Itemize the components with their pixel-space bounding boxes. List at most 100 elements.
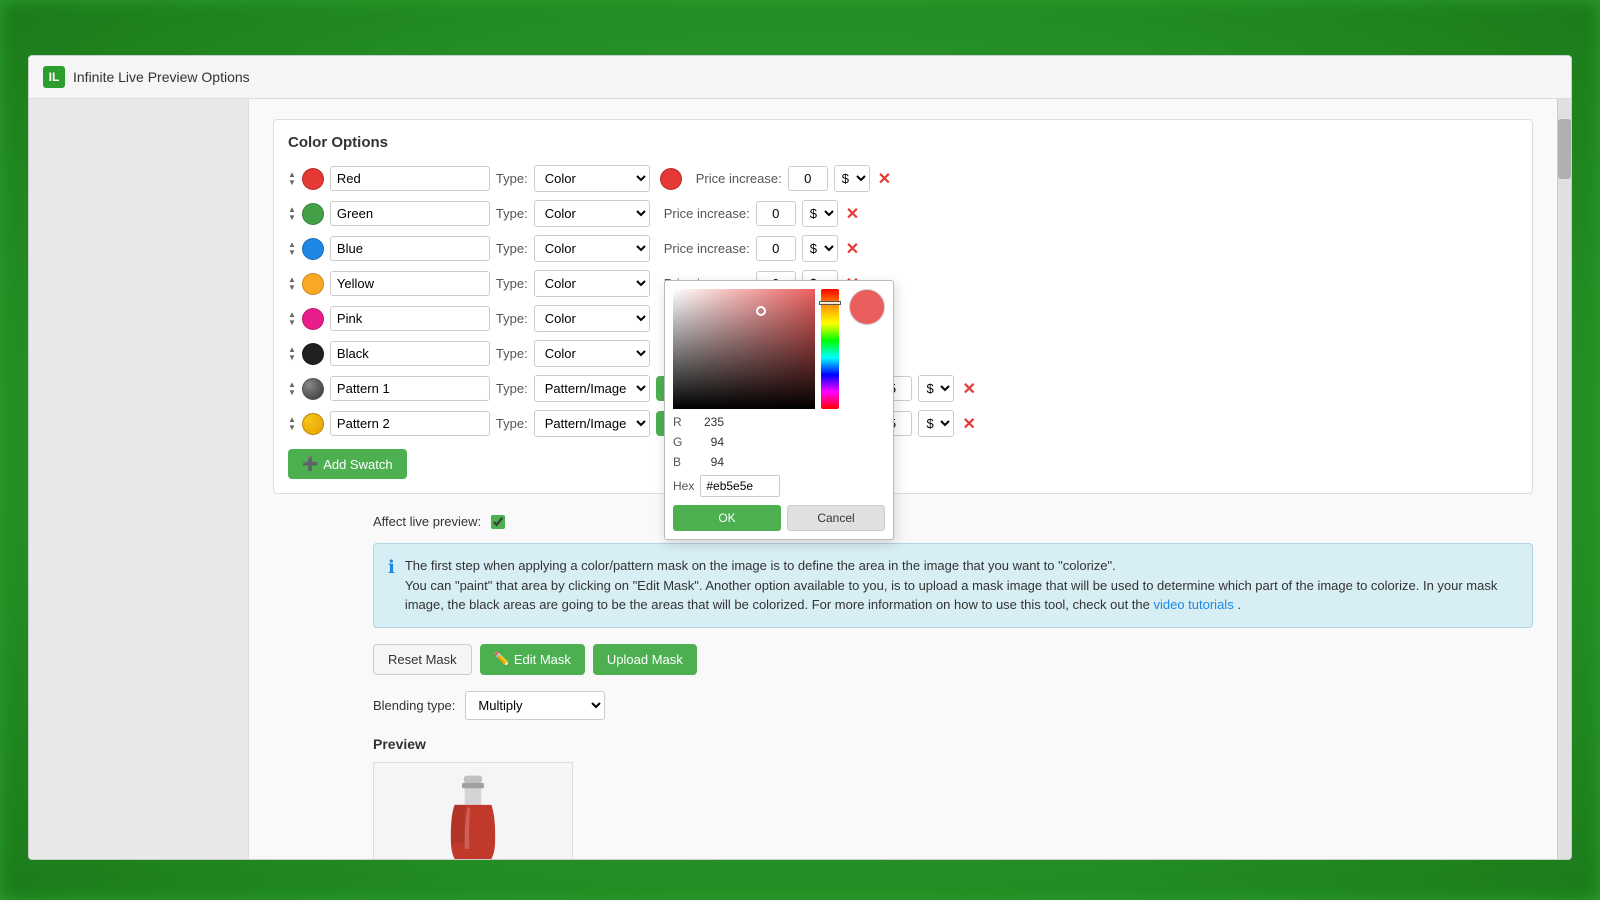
rgb-g-row: G 94 xyxy=(673,435,885,449)
type-label-blue: Type: xyxy=(496,241,528,256)
swatch-row-green: ▲▼ Type: ColorPattern/Image Price increa… xyxy=(288,200,1518,227)
sort-arrows-yellow[interactable]: ▲▼ xyxy=(288,276,296,292)
scrollbar[interactable] xyxy=(1557,99,1571,859)
app-icon: IL xyxy=(43,66,65,88)
blending-select[interactable]: Multiply Screen Overlay Normal xyxy=(465,691,605,720)
info-text: The first step when applying a color/pat… xyxy=(405,556,1518,615)
type-select-pattern2[interactable]: Pattern/ImageColor xyxy=(534,410,650,437)
color-gradient-canvas[interactable] xyxy=(673,289,815,409)
delete-btn-pattern2[interactable]: ✕ xyxy=(960,414,977,434)
edit-mask-button[interactable]: ✏️ Edit Mask xyxy=(480,644,585,675)
color-dot-pattern1[interactable] xyxy=(302,378,324,400)
type-select-black[interactable]: ColorPattern/Image xyxy=(534,340,650,367)
swatch-name-blue[interactable] xyxy=(330,236,490,261)
info-text-1: The first step when applying a color/pat… xyxy=(405,558,1116,573)
swatch-name-black[interactable] xyxy=(330,341,490,366)
color-dot-pink[interactable] xyxy=(302,308,324,330)
delete-btn-green[interactable]: ✕ xyxy=(844,204,861,224)
hex-input[interactable] xyxy=(700,475,780,497)
preview-image-area xyxy=(373,762,573,860)
color-picker-popup: R 235 G 94 B 94 Hex xyxy=(664,280,894,540)
mask-buttons: Reset Mask ✏️ Edit Mask Upload Mask xyxy=(373,644,1533,675)
swatch-name-pink[interactable] xyxy=(330,306,490,331)
affect-label: Affect live preview: xyxy=(373,514,481,529)
section-title: Color Options xyxy=(288,134,1518,151)
swatch-row-blue: ▲▼ Type: ColorPattern/Image Price increa… xyxy=(288,235,1518,262)
swatch-name-yellow[interactable] xyxy=(330,271,490,296)
currency-select-green[interactable]: $ xyxy=(802,200,838,227)
rgb-b-row: B 94 xyxy=(673,455,885,469)
sort-arrows-blue[interactable]: ▲▼ xyxy=(288,241,296,257)
video-tutorials-link[interactable]: video tutorials xyxy=(1153,597,1233,612)
color-swatch-red[interactable] xyxy=(660,168,682,190)
picker-ok-button[interactable]: OK xyxy=(673,505,781,531)
content-area: Color Options ▲▼ Type: ColorPattern/Imag… xyxy=(249,99,1557,859)
sort-arrows-pattern2[interactable]: ▲▼ xyxy=(288,416,296,432)
add-swatch-button[interactable]: ➕ Add Swatch xyxy=(288,449,407,479)
add-swatch-label: Add Swatch xyxy=(323,457,392,472)
currency-select-blue[interactable]: $ xyxy=(802,235,838,262)
sort-arrows-red[interactable]: ▲▼ xyxy=(288,171,296,187)
bottle-preview-svg xyxy=(433,771,513,860)
currency-select-pattern2[interactable]: $ xyxy=(918,410,954,437)
color-dot-red[interactable] xyxy=(302,168,324,190)
scrollbar-thumb[interactable] xyxy=(1558,119,1571,179)
hue-bar[interactable] xyxy=(821,289,839,409)
type-select-pink[interactable]: ColorPattern/Image xyxy=(534,305,650,332)
hex-label: Hex xyxy=(673,479,694,493)
price-input-blue[interactable] xyxy=(756,236,796,261)
color-preview-swatch[interactable] xyxy=(849,289,885,325)
affect-preview-row: Affect live preview: xyxy=(273,514,1533,529)
type-select-yellow[interactable]: ColorPattern/Image xyxy=(534,270,650,297)
plus-icon: ➕ xyxy=(302,456,318,472)
window-title: Infinite Live Preview Options xyxy=(73,69,250,85)
swatch-row-pattern1: ▲▼ Type: Pattern/ImageColor Upload Patte… xyxy=(288,375,1518,402)
price-label-blue: Price increase: xyxy=(664,241,750,256)
upload-mask-button[interactable]: Upload Mask xyxy=(593,644,697,675)
affect-preview-checkbox[interactable] xyxy=(491,515,505,529)
price-input-green[interactable] xyxy=(756,201,796,226)
sort-arrows-black[interactable]: ▲▼ xyxy=(288,346,296,362)
type-label-pattern1: Type: xyxy=(496,381,528,396)
window: IL Infinite Live Preview Options Color O… xyxy=(28,55,1572,860)
swatch-name-pattern2[interactable] xyxy=(330,411,490,436)
color-dot-black[interactable] xyxy=(302,343,324,365)
blending-label: Blending type: xyxy=(373,698,455,713)
color-dot-blue[interactable] xyxy=(302,238,324,260)
type-label-black: Type: xyxy=(496,346,528,361)
reset-mask-button[interactable]: Reset Mask xyxy=(373,644,472,675)
info-box: ℹ The first step when applying a color/p… xyxy=(373,543,1533,628)
delete-btn-blue[interactable]: ✕ xyxy=(844,239,861,259)
picker-cancel-button[interactable]: Cancel xyxy=(787,505,885,531)
sort-arrows-green[interactable]: ▲▼ xyxy=(288,206,296,222)
sidebar xyxy=(29,99,249,859)
swatch-name-green[interactable] xyxy=(330,201,490,226)
main-content: Color Options ▲▼ Type: ColorPattern/Imag… xyxy=(29,99,1571,859)
price-label-red: Price increase: xyxy=(696,171,782,186)
type-label-red: Type: xyxy=(496,171,528,186)
color-dot-green[interactable] xyxy=(302,203,324,225)
type-select-blue[interactable]: ColorPattern/Image xyxy=(534,235,650,262)
info-text-end: . xyxy=(1237,597,1241,612)
type-select-pattern1[interactable]: Pattern/ImageColor xyxy=(534,375,650,402)
title-bar: IL Infinite Live Preview Options xyxy=(29,56,1571,99)
picker-actions: OK Cancel xyxy=(673,505,885,531)
color-options-panel: Color Options ▲▼ Type: ColorPattern/Imag… xyxy=(273,119,1533,494)
type-select-green[interactable]: ColorPattern/Image xyxy=(534,200,650,227)
currency-select-red[interactable]: $ xyxy=(834,165,870,192)
swatch-name-pattern1[interactable] xyxy=(330,376,490,401)
preview-label: Preview xyxy=(373,736,1533,752)
sort-arrows-pattern1[interactable]: ▲▼ xyxy=(288,381,296,397)
type-select-red[interactable]: ColorPattern/Image xyxy=(534,165,650,192)
price-input-red[interactable] xyxy=(788,166,828,191)
type-label-green: Type: xyxy=(496,206,528,221)
sort-arrows-pink[interactable]: ▲▼ xyxy=(288,311,296,327)
currency-select-pattern1[interactable]: $ xyxy=(918,375,954,402)
color-dot-pattern2[interactable] xyxy=(302,413,324,435)
delete-btn-pattern1[interactable]: ✕ xyxy=(960,379,977,399)
delete-btn-red[interactable]: ✕ xyxy=(876,169,893,189)
edit-mask-label: Edit Mask xyxy=(514,652,571,667)
swatch-name-red[interactable] xyxy=(330,166,490,191)
color-dot-yellow[interactable] xyxy=(302,273,324,295)
swatch-row-black: ▲▼ Type: ColorPattern/Image Price increa… xyxy=(288,340,1518,367)
